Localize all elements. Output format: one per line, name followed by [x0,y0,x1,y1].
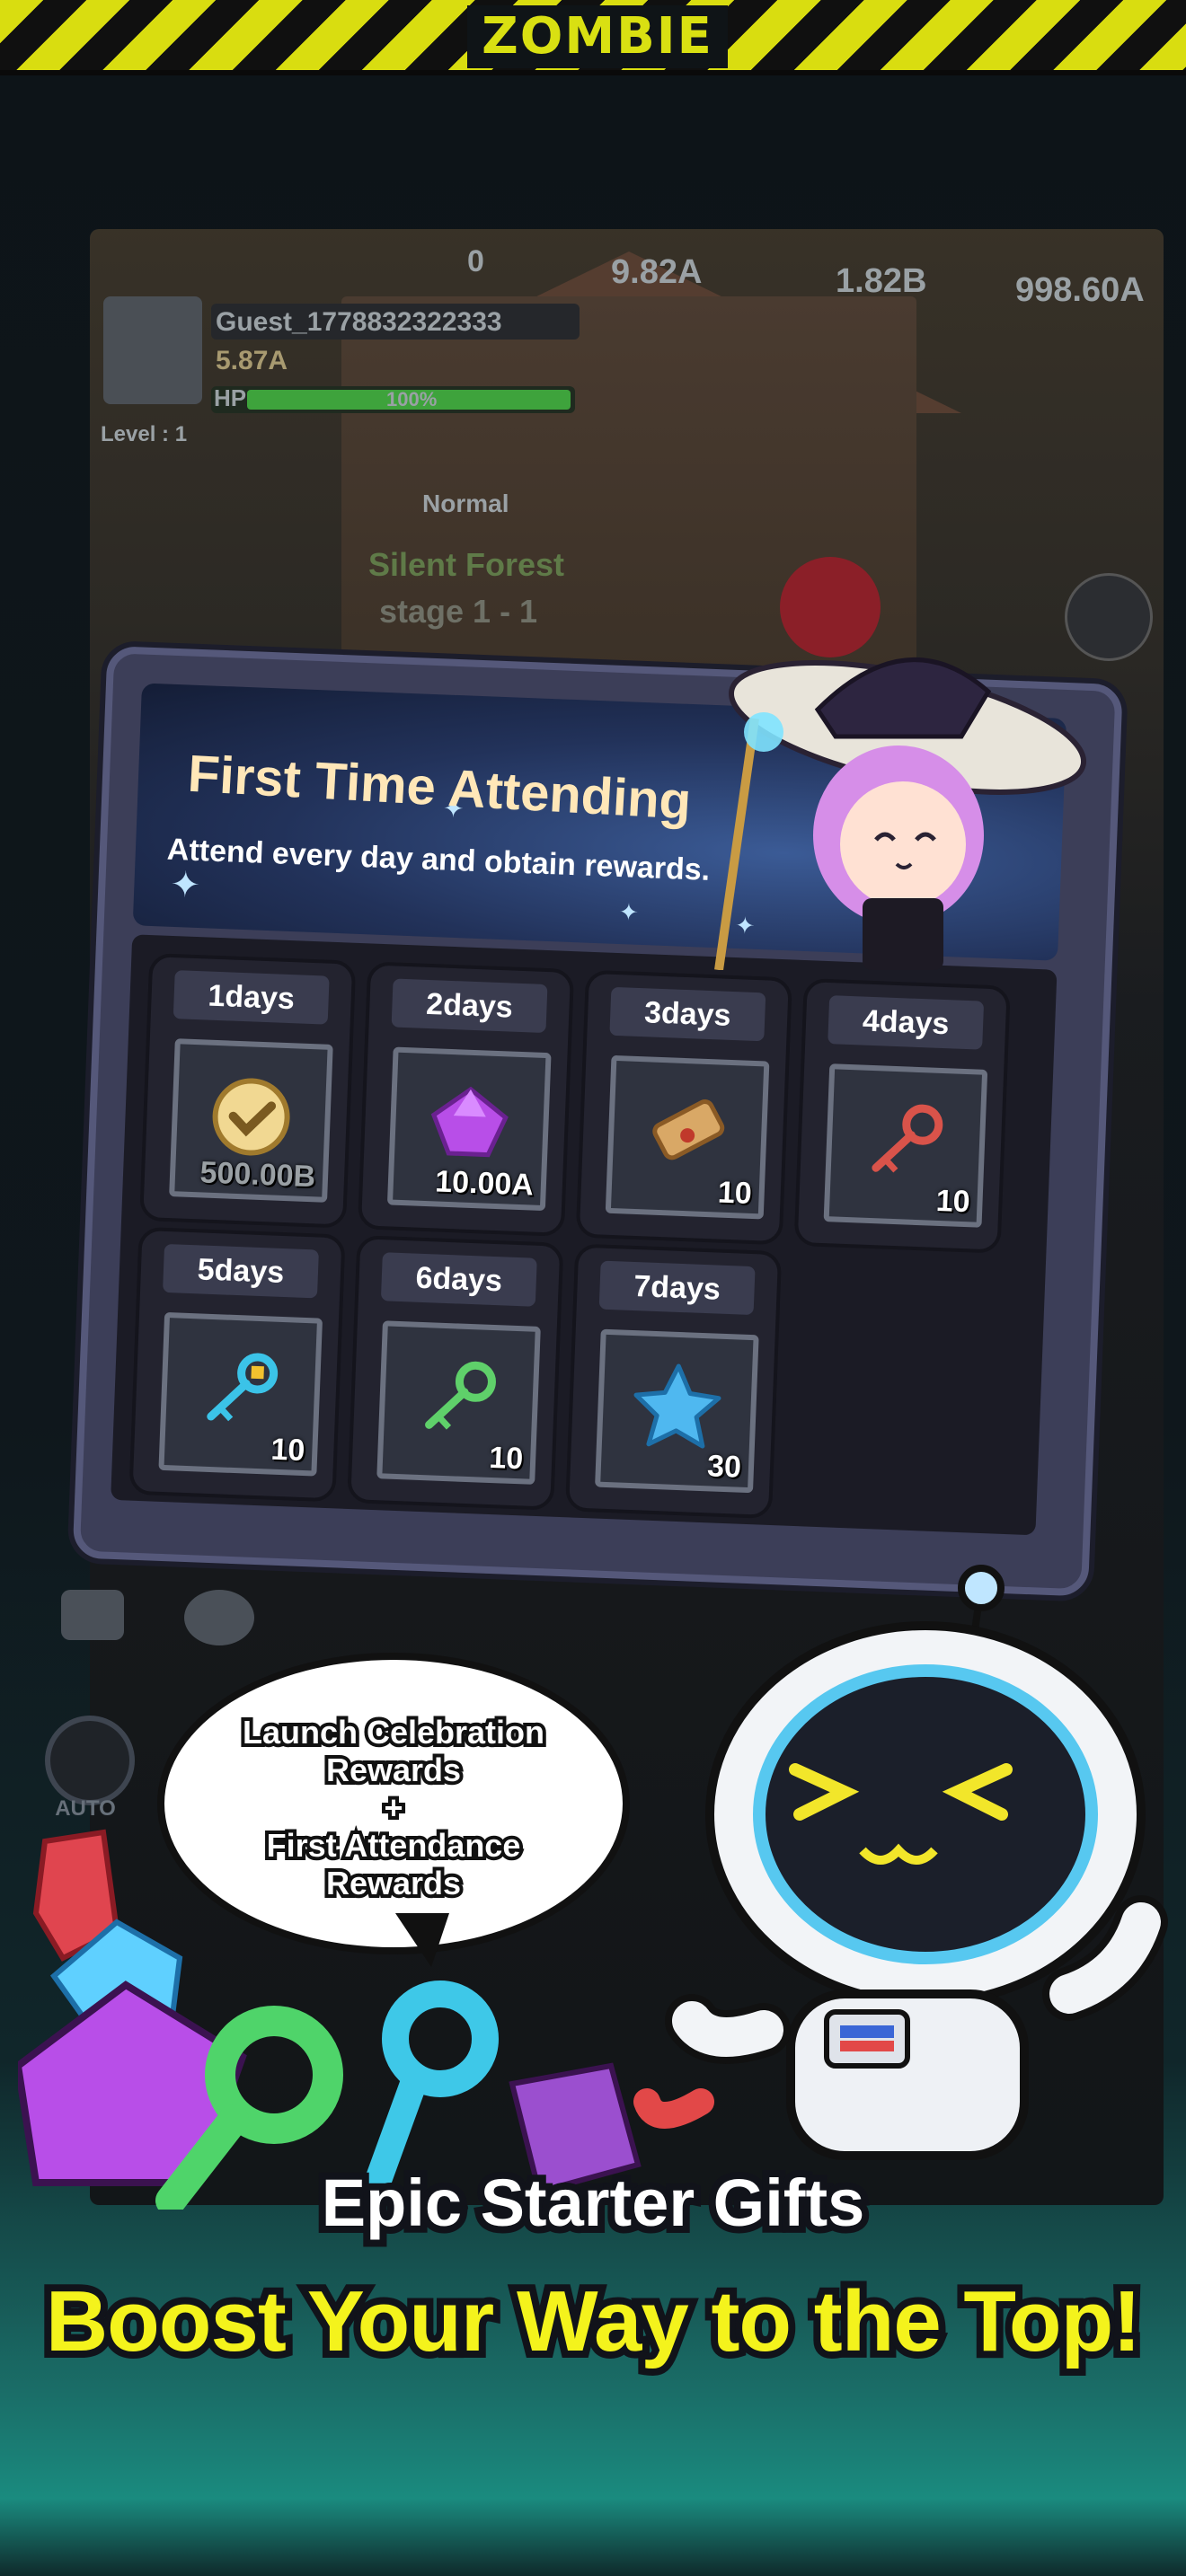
attack-power: 5.87A [216,346,288,375]
astronaut-mascot [633,1565,1168,2160]
hp-label: HP [214,384,247,411]
player-level: Level : 1 [101,422,188,446]
chat-icon[interactable] [184,1590,254,1645]
slogan-subtitle: Epic Starter Gifts [314,2158,872,2247]
camera-icon[interactable] [61,1590,124,1640]
reward-day-label: 3days [609,986,766,1042]
bubble-line-2: Rewards [323,1748,465,1792]
reward-day-label: 5days [163,1243,319,1299]
reward-amount: 10.00A [434,1164,535,1203]
bubble-line-1: Launch Celebration [239,1710,548,1754]
key-count: 0 [467,244,484,278]
reward-slot: 10.00A [386,1046,552,1212]
reward-slot: 10 [158,1311,323,1477]
reward-day-label: 7days [598,1260,756,1316]
reward-slot: 10 [823,1063,988,1228]
auto-toggle-button[interactable] [45,1716,135,1805]
reward-amount: 10 [717,1175,753,1211]
sparkle-icon: ✦ [618,899,639,927]
bubble-line-3: + [380,1786,406,1830]
reward-amount: 10 [935,1183,971,1220]
slogan-headline: Boost Your Way to the Top! [39,2266,1148,2377]
reward-cell-day7[interactable]: 7days 30 [565,1243,783,1520]
sparkle-icon: ✦ [169,863,201,907]
reward-cell-day5[interactable]: 5days 10 [128,1226,346,1503]
reward-cell-day2[interactable]: 2days 10.00A [357,961,575,1237]
reward-slot: 500.00B [169,1038,333,1203]
reward-slot: 30 [595,1328,759,1494]
reward-grid: 1days 500.00B 2days 10.00A 3days 10 4day… [111,934,1058,1536]
auto-label: AUTO [55,1796,116,1821]
reward-slot: 10 [605,1054,770,1220]
game-title: ZOMBIE [467,5,728,68]
hazard-tape-banner: ZOMBIE [0,0,1186,75]
hp-percent: 100% [386,388,438,410]
reward-cell-day3[interactable]: 3days 10 [575,969,792,1246]
reward-amount: 10 [270,1432,306,1469]
dialog-title: First Time Attending [186,744,693,831]
reward-day-label: 2days [391,978,548,1034]
reward-items-pile [18,1829,642,2210]
reward-cell-day1[interactable]: 1days 500.00B [139,953,357,1229]
witch-character [714,657,1087,970]
reward-cell-day4[interactable]: 4days 10 [793,978,1011,1254]
player-avatar[interactable] [103,296,202,404]
reward-day-label: 4days [828,995,985,1050]
reward-amount: 10 [488,1440,524,1477]
player-name: Guest_1778832322333 [216,307,502,337]
reward-day-label: 6days [380,1252,537,1307]
reward-slot: 10 [376,1320,541,1485]
stage-label: stage 1 - 1 [379,593,538,630]
currency-purple-value: 998.60A [1015,271,1145,309]
currency-red-value: 9.82A [611,253,703,291]
currency-gold-value: 1.82B [836,262,927,300]
dialog-subtitle: Attend every day and obtain rewards. [166,832,711,887]
difficulty-label: Normal [422,490,509,517]
reward-day-label: 1days [173,970,330,1025]
reward-amount: 500.00B [199,1155,316,1195]
reward-amount: 30 [706,1449,742,1485]
area-name: Silent Forest [368,546,565,583]
reward-cell-day6[interactable]: 6days 10 [347,1235,564,1511]
